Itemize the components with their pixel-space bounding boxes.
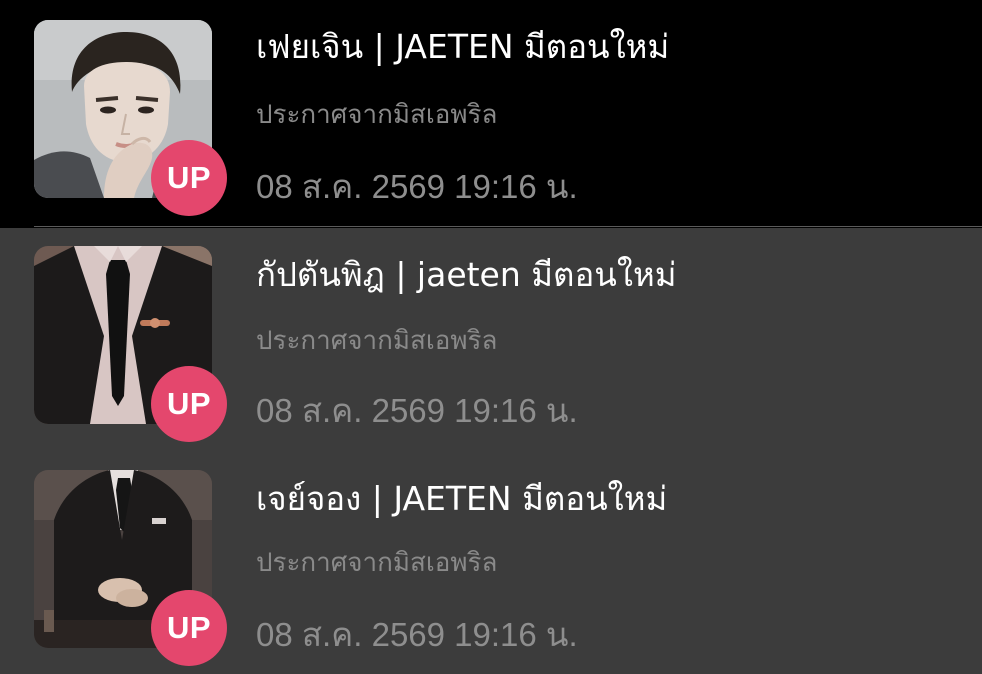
notification-item-feijen[interactable]: UP เฟยเจิน | JAETEN มีตอนใหม่ ประกาศจากม… [0, 0, 982, 228]
notification-subtitle: ประกาศจากมิสเอพริล [256, 548, 498, 578]
notification-item-jayjong[interactable]: UP เจย์จอง | JAETEN มีตอนใหม่ ประกาศจากม… [0, 452, 982, 674]
notification-title: เจย์จอง | JAETEN มีตอนใหม่ [256, 479, 668, 518]
notification-date: 08 ส.ค. 2569 19:16 น. [256, 616, 578, 653]
update-badge: UP [151, 366, 227, 442]
notification-list: UP เฟยเจิน | JAETEN มีตอนใหม่ ประกาศจากม… [0, 0, 982, 674]
notification-title: เฟยเจิน | JAETEN มีตอนใหม่ [256, 27, 670, 66]
notification-item-captain-pit[interactable]: UP กัปตันพิฎ | jaeten มีตอนใหม่ ประกาศจา… [0, 228, 982, 452]
notification-date: 08 ส.ค. 2569 19:16 น. [256, 392, 578, 429]
row-divider [34, 226, 982, 227]
notification-subtitle: ประกาศจากมิสเอพริล [256, 100, 498, 130]
notification-date: 08 ส.ค. 2569 19:16 น. [256, 168, 578, 205]
notification-title: กัปตันพิฎ | jaeten มีตอนใหม่ [256, 255, 677, 294]
notification-subtitle: ประกาศจากมิสเอพริล [256, 326, 498, 356]
update-badge: UP [151, 140, 227, 216]
update-badge: UP [151, 590, 227, 666]
